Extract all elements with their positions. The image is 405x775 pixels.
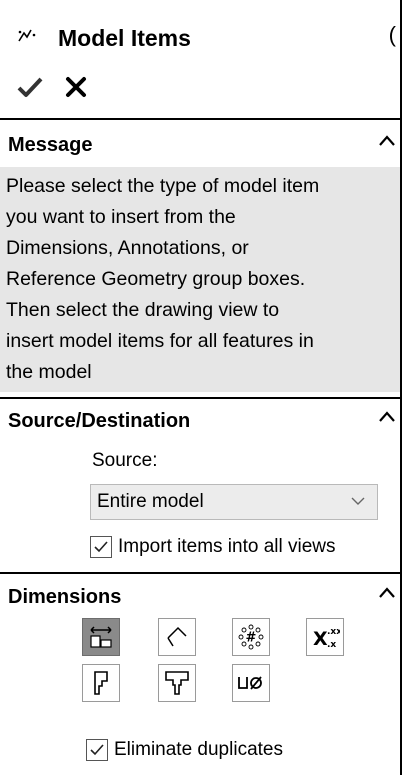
instance-count-button[interactable]: # [232,618,270,656]
model-items-property-manager: Model Items ( Message Please select the … [0,0,402,775]
message-line: Dimensions, Annotations, or [6,237,249,259]
divider [0,397,402,399]
chevron-up-icon [379,587,395,598]
import-all-views-label: Import items into all views [118,536,336,557]
tolerance-dimensions-icon: X .xx .x [313,627,340,650]
divider [0,572,402,574]
import-all-views-checkbox[interactable]: Import items into all views [90,536,336,558]
hole-wizard-locations-icon [165,671,189,695]
chevron-down-icon [351,497,365,505]
x-close-icon [66,77,86,97]
instance-count-icon: # [238,624,264,650]
page-title: Model Items [58,24,191,51]
eliminate-duplicates-label: Eliminate duplicates [114,739,283,760]
dimensions-heading: Dimensions [8,585,122,608]
svg-text:.x: .x [327,640,336,650]
checkbox-box[interactable] [90,536,112,558]
eliminate-duplicates-checkbox[interactable]: Eliminate duplicates [86,739,283,761]
message-section-header[interactable]: Message [0,128,402,162]
chevron-up-icon [379,411,395,422]
help-button[interactable]: ( [389,22,396,48]
message-line: the model [6,361,92,383]
panel-header: Model Items [12,18,191,58]
source-destination-heading: Source/Destination [8,409,191,432]
message-line: Please select the type of model item [6,175,320,197]
hole-wizard-profiles-button[interactable] [82,664,120,702]
chevron-up-icon [379,135,395,146]
marked-for-drawing-button[interactable] [82,618,120,656]
source-destination-section-header[interactable]: Source/Destination [0,404,402,438]
message-heading: Message [8,133,93,156]
hole-wizard-profiles-icon [94,671,108,695]
checkmark-icon [94,541,108,553]
tolerance-dimensions-button[interactable]: X .xx .x [306,618,344,656]
not-marked-for-drawing-button[interactable] [158,618,196,656]
source-label: Source: [92,450,158,471]
divider [0,118,402,120]
checkmark-icon [17,77,43,97]
action-buttons [16,72,90,102]
not-marked-for-drawing-icon [167,626,187,647]
ok-button[interactable] [16,72,44,102]
checkmark-icon [90,744,104,756]
model-items-icon [12,23,42,53]
svg-text:#: # [246,631,257,646]
hole-wizard-locations-button[interactable] [158,664,196,702]
message-line: Reference Geometry group boxes. [6,268,306,290]
dimensions-section-header[interactable]: Dimensions [0,580,402,614]
hole-callout-button[interactable] [232,664,270,702]
marked-for-drawing-icon [90,626,112,648]
checkbox-box[interactable] [86,739,108,761]
message-line: you want to insert from the [6,206,236,228]
source-dropdown[interactable]: Entire model [90,484,378,520]
cancel-button[interactable] [62,72,90,102]
message-line: insert model items for all features in [6,330,314,352]
svg-text:.xx: .xx [327,627,340,637]
hole-callout-icon [238,676,262,690]
message-text: Please select the type of model item you… [0,167,400,392]
message-line: Then select the drawing view to [6,299,280,321]
source-dropdown-value: Entire model [97,491,204,512]
svg-text:X: X [313,628,328,650]
